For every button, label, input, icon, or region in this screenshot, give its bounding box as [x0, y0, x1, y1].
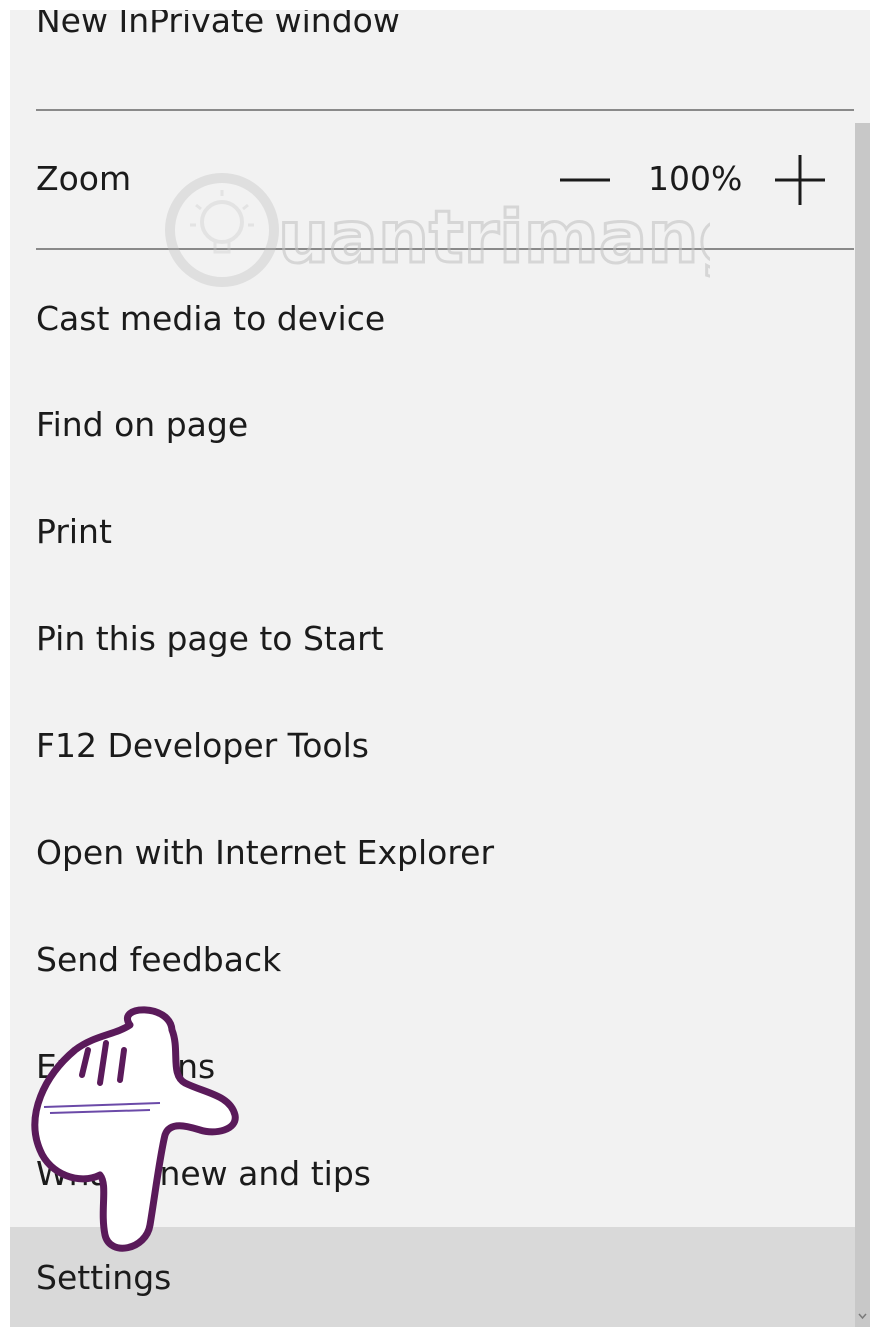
minus-icon[interactable]	[558, 152, 612, 208]
menu-item-extensions[interactable]: Extensions	[10, 1013, 855, 1119]
menu-item-open-with-ie[interactable]: Open with Internet Explorer	[10, 799, 855, 905]
plus-icon[interactable]	[772, 152, 828, 208]
menu-item-label: Cast media to device	[36, 298, 386, 338]
menu-item-cast-media[interactable]: Cast media to device	[10, 265, 855, 371]
menu-item-label: Send feedback	[36, 939, 282, 979]
zoom-label: Zoom	[36, 159, 132, 198]
menu-item-f12-developer-tools[interactable]: F12 Developer Tools	[10, 692, 855, 798]
menu-item-label: Find on page	[36, 404, 249, 444]
scroll-down-arrow-icon[interactable]	[857, 1311, 868, 1322]
menu-item-find-on-page[interactable]: Find on page	[10, 371, 855, 477]
menu-item-print[interactable]: Print	[10, 478, 855, 584]
scrollbar[interactable]	[855, 123, 870, 1327]
menu-item-label: New InPrivate window	[36, 10, 400, 40]
menu-item-new-inprivate-window[interactable]: New InPrivate window	[10, 10, 855, 70]
zoom-value: 100%	[648, 159, 743, 198]
menu-item-settings[interactable]: Settings	[10, 1227, 855, 1327]
menu-item-label: Pin this page to Start	[36, 618, 384, 658]
menu-divider	[36, 109, 854, 111]
menu-divider	[36, 248, 854, 250]
menu-item-label: Settings	[36, 1257, 172, 1297]
menu-item-pin-to-start[interactable]: Pin this page to Start	[10, 585, 855, 691]
zoom-row: Zoom 100%	[10, 112, 855, 250]
menu-item-send-feedback[interactable]: Send feedback	[10, 906, 855, 1012]
menu-item-label: Print	[36, 511, 112, 551]
menu-item-label: F12 Developer Tools	[36, 725, 369, 765]
edge-more-menu: New InPrivate window Zoom 100% Cast medi…	[10, 10, 870, 1327]
menu-item-label: Extensions	[36, 1046, 216, 1086]
menu-item-label: Open with Internet Explorer	[36, 832, 495, 872]
menu-item-whats-new[interactable]: What's new and tips	[10, 1120, 855, 1226]
menu-item-label: What's new and tips	[36, 1153, 371, 1193]
